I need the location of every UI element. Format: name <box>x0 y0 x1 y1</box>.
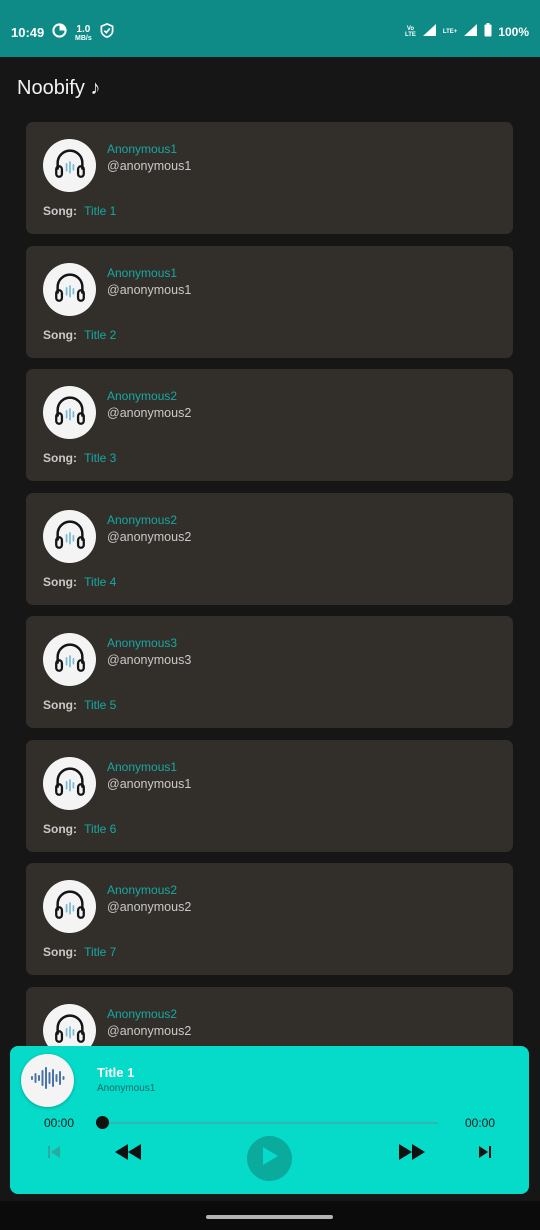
song-title: Title 1 <box>84 204 117 218</box>
play-button[interactable] <box>247 1136 292 1181</box>
lte-indicator: LTE+ <box>442 28 458 35</box>
song-card[interactable]: Anonymous1 @anonymous1 Song: Title 1 <box>26 122 513 234</box>
artist-handle: @anonymous3 <box>107 653 192 667</box>
signal-icon <box>422 23 437 40</box>
total-time: 00:00 <box>464 1116 495 1130</box>
artist-name: Anonymous2 <box>107 883 178 897</box>
rewind-icon <box>115 1143 141 1165</box>
skip-next-icon <box>478 1145 492 1164</box>
artist-avatar <box>43 386 96 439</box>
artist-name: Anonymous2 <box>107 1006 178 1021</box>
volte-indicator: Vo LTE <box>405 25 416 38</box>
artist-name: Anonymous2 <box>107 512 178 527</box>
song-list[interactable]: Anonymous1 @anonymous1 Song: Title 1 Ano… <box>26 122 513 1110</box>
headphones-icon <box>51 268 89 311</box>
rewind-button[interactable] <box>114 1143 142 1165</box>
system-nav-bar <box>0 1201 540 1230</box>
song-card[interactable]: Anonymous1 @anonymous1 Song: Title 6 <box>26 739 513 852</box>
artist-avatar <box>43 633 96 686</box>
artist-name: Anonymous1 <box>107 265 178 280</box>
elapsed-time: 00:00 <box>44 1116 75 1130</box>
player-track-title: Title 1 <box>97 1065 135 1080</box>
shield-icon <box>100 23 114 43</box>
seek-thumb[interactable] <box>96 1116 109 1129</box>
headphones-icon <box>51 885 89 928</box>
fast-forward-button[interactable] <box>398 1143 426 1165</box>
now-playing-bar[interactable]: Title 1 Anonymous1 00:00 00:00 <box>10 1046 529 1194</box>
song-label: Song: <box>43 451 77 465</box>
artist-avatar <box>43 509 96 563</box>
song-label: Song: <box>43 204 77 218</box>
headphones-icon <box>51 762 89 805</box>
artist-handle: @anonymous2 <box>107 529 192 544</box>
seek-bar[interactable] <box>102 1122 438 1124</box>
artist-avatar <box>43 262 96 316</box>
headphones-icon <box>51 638 89 681</box>
home-gesture-handle[interactable] <box>206 1215 333 1219</box>
player-track-artist: Anonymous1 <box>97 1083 156 1094</box>
headphones-icon <box>51 515 89 558</box>
artist-handle: @anonymous2 <box>107 1023 192 1038</box>
headphones-icon <box>51 144 89 187</box>
artist-name: Anonymous1 <box>107 142 178 156</box>
artist-handle: @anonymous1 <box>107 159 192 173</box>
skip-previous-button[interactable] <box>45 1145 63 1163</box>
artist-handle: @anonymous2 <box>107 406 192 420</box>
song-label: Song: <box>43 327 77 342</box>
skip-next-button[interactable] <box>476 1145 494 1163</box>
app-title: Noobify ♪ <box>17 77 101 99</box>
song-row: Song: Title 3 <box>43 451 116 465</box>
song-label: Song: <box>43 945 77 959</box>
artist-name: Anonymous1 <box>107 759 178 774</box>
signal-icon-2 <box>463 23 478 40</box>
artist-name: Anonymous3 <box>107 636 178 650</box>
status-bar: 10:49 1.0 MB/s Vo LTE LTE+ 100% <box>0 0 540 57</box>
song-card[interactable]: Anonymous2 @anonymous2 Song: Title 3 <box>26 369 513 481</box>
artist-avatar <box>43 880 96 933</box>
artist-handle: @anonymous1 <box>107 776 192 791</box>
artist-handle: @anonymous2 <box>107 900 192 914</box>
artist-handle: @anonymous1 <box>107 282 192 297</box>
skip-previous-icon <box>47 1145 61 1164</box>
song-title: Title 4 <box>84 574 117 589</box>
data-saver-icon <box>52 23 67 43</box>
battery-icon <box>484 23 492 40</box>
play-icon <box>261 1146 279 1171</box>
song-card[interactable]: Anonymous2 @anonymous2 Song: Title 4 <box>26 492 513 605</box>
song-row: Song: Title 6 <box>43 822 116 836</box>
song-title: Title 7 <box>84 945 117 959</box>
song-row: Song: Title 7 <box>43 945 116 959</box>
song-label: Song: <box>43 821 77 836</box>
song-row: Song: Title 4 <box>43 575 116 589</box>
song-title: Title 5 <box>84 698 117 712</box>
network-speed: 1.0 MB/s <box>75 23 92 42</box>
artist-name: Anonymous2 <box>107 389 178 403</box>
song-title: Title 3 <box>84 451 117 465</box>
song-label: Song: <box>43 574 77 589</box>
song-card[interactable]: Anonymous2 @anonymous2 Song: Title 7 <box>26 863 513 975</box>
status-time: 10:49 <box>11 25 45 40</box>
song-title: Title 6 <box>84 821 117 836</box>
artist-avatar <box>43 139 96 192</box>
song-row: Song: Title 1 <box>43 204 116 218</box>
headphones-icon <box>51 391 89 434</box>
song-row: Song: Title 5 <box>43 698 116 712</box>
fast-forward-icon <box>399 1143 425 1165</box>
artist-avatar <box>43 756 96 810</box>
song-card[interactable]: Anonymous1 @anonymous1 Song: Title 2 <box>26 245 513 358</box>
song-card[interactable]: Anonymous3 @anonymous3 Song: Title 5 <box>26 616 513 728</box>
song-title: Title 2 <box>84 327 117 342</box>
sound-wave-icon <box>30 1066 66 1095</box>
battery-percent: 100% <box>498 24 529 39</box>
song-row: Song: Title 2 <box>43 328 116 342</box>
song-label: Song: <box>43 698 77 712</box>
player-artwork <box>21 1054 74 1107</box>
